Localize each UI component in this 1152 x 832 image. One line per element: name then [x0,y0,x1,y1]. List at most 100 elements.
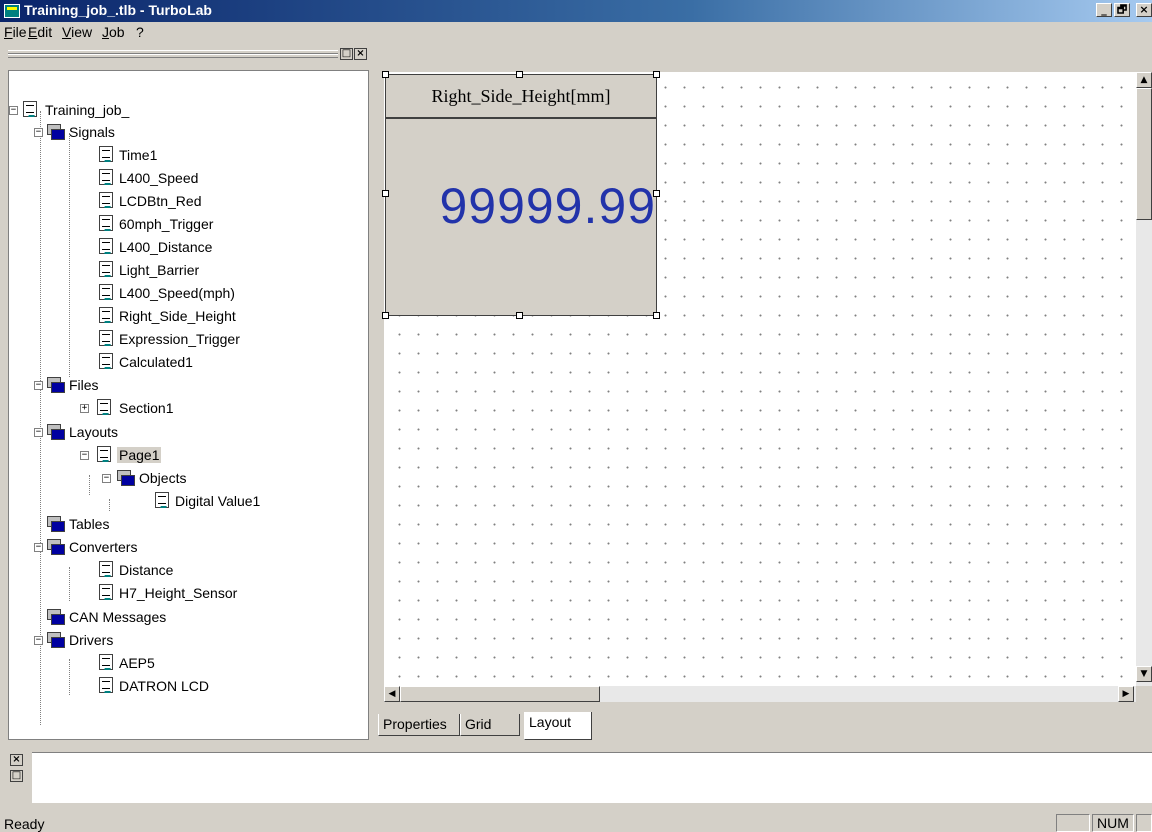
pane-close-button[interactable]: × [354,48,367,60]
menu-edit[interactable]: Edit [28,24,52,40]
collapse-icon[interactable]: − [9,106,18,115]
status-num-indicator: NUM [1092,814,1134,832]
section-icon [97,399,111,415]
tree-label: Files [69,377,99,393]
group-icon [47,424,65,440]
output-restore-button[interactable]: □ [10,770,23,782]
view-tabs: Properties Grid Layout [378,710,1152,742]
scroll-down-icon[interactable]: ▼ [1136,666,1152,682]
tree-label: Training_job_ [45,102,130,118]
tree-label: L400_Distance [119,239,213,255]
menu-bar: File Edit View Job ? [0,22,1152,42]
tree-label: Light_Barrier [119,262,200,278]
resize-handle[interactable] [653,190,660,197]
collapse-icon[interactable]: − [34,636,43,645]
tree-label: Layouts [69,424,119,440]
signal-icon [99,261,113,277]
scroll-right-icon[interactable]: ▶ [1118,686,1134,702]
signal-icon [99,330,113,346]
signal-icon [99,353,113,369]
tree-label: AEP5 [119,655,155,671]
app-icon[interactable] [4,4,20,18]
tree-label: DATRON LCD [119,678,209,694]
vertical-scrollbar[interactable]: ▲ ▼ [1136,72,1152,686]
collapse-icon[interactable]: − [80,451,89,460]
digital-value-header: Right_Side_Height[mm] [386,75,656,119]
tree-label: Time1 [119,147,158,163]
title-bar: Training_job_.tlb - TurboLab _ 🗗 × [0,0,1152,22]
object-icon [155,492,169,508]
close-button[interactable]: × [1136,3,1152,17]
menu-job[interactable]: Job [102,24,125,40]
tab-layout[interactable]: Layout [524,712,592,740]
collapse-icon[interactable]: − [102,474,111,483]
document-icon [23,101,37,117]
tree-label: Section1 [119,400,174,416]
signal-icon [99,307,113,323]
driver-icon [99,654,113,670]
tree-label: CAN Messages [69,609,167,625]
menu-file[interactable]: File [4,24,27,40]
group-icon [117,470,135,486]
collapse-icon[interactable]: − [34,428,43,437]
tree-label: LCDBtn_Red [119,193,202,209]
tree-label: Right_Side_Height [119,308,236,324]
collapse-icon[interactable]: − [34,381,43,390]
converter-icon [99,584,113,600]
tree-label: Calculated1 [119,354,193,370]
group-icon [47,539,65,555]
signal-icon [99,146,113,162]
tree-label: Objects [139,470,187,486]
collapse-icon[interactable]: − [34,128,43,137]
tree-label: Expression_Trigger [119,331,240,347]
signal-icon [99,215,113,231]
scroll-left-icon[interactable]: ◀ [384,686,400,702]
collapse-icon[interactable]: − [34,543,43,552]
minimize-button[interactable]: _ [1096,3,1112,17]
pane-grip[interactable] [8,50,338,58]
pane-restore-button[interactable]: □ [340,48,353,60]
group-icon [47,632,65,648]
tab-grid[interactable]: Grid [460,714,520,736]
digital-value-display: 99999.99 [439,178,656,234]
group-icon [47,609,65,625]
tree-label: L400_Speed(mph) [119,285,235,301]
signal-icon [99,284,113,300]
status-bar: Ready NUM [0,812,1152,832]
status-panel-scroll [1136,814,1152,832]
status-panel-empty [1056,814,1090,832]
digital-value-object[interactable]: Right_Side_Height[mm] 99999.99 [385,74,657,316]
horizontal-scrollbar[interactable]: ◀ ▶ [384,686,1136,702]
maximize-button[interactable]: 🗗 [1114,3,1130,17]
expand-icon[interactable]: + [80,404,89,413]
scroll-up-icon[interactable]: ▲ [1136,72,1152,88]
converter-icon [99,561,113,577]
menu-view[interactable]: View [62,24,92,40]
tree-label: Converters [69,539,138,555]
tab-properties[interactable]: Properties [378,714,460,736]
resize-handle[interactable] [516,312,523,319]
output-pane[interactable] [32,752,1152,803]
project-tree[interactable]: − Training_job_ − Signals Time1 L400_Spe… [8,70,369,740]
window-title: Training_job_.tlb - TurboLab [24,2,212,18]
tree-label: Digital Value1 [175,493,261,509]
resize-handle[interactable] [516,71,523,78]
tree-label: Distance [119,562,174,578]
signal-icon [99,169,113,185]
resize-handle[interactable] [653,71,660,78]
tree-label: H7_Height_Sensor [119,585,238,601]
group-icon [47,377,65,393]
resize-handle[interactable] [653,312,660,319]
tree-label: Page1 [117,447,162,463]
resize-handle[interactable] [382,71,389,78]
group-icon [47,516,65,532]
output-close-button[interactable]: × [10,754,23,766]
resize-handle[interactable] [382,312,389,319]
signal-icon [99,192,113,208]
resize-handle[interactable] [382,190,389,197]
tree-label: 60mph_Trigger [119,216,214,232]
tree-label: Signals [69,124,115,140]
menu-help[interactable]: ? [136,24,144,40]
horizontal-scroll-thumb[interactable] [400,686,600,702]
vertical-scroll-thumb[interactable] [1136,88,1152,220]
